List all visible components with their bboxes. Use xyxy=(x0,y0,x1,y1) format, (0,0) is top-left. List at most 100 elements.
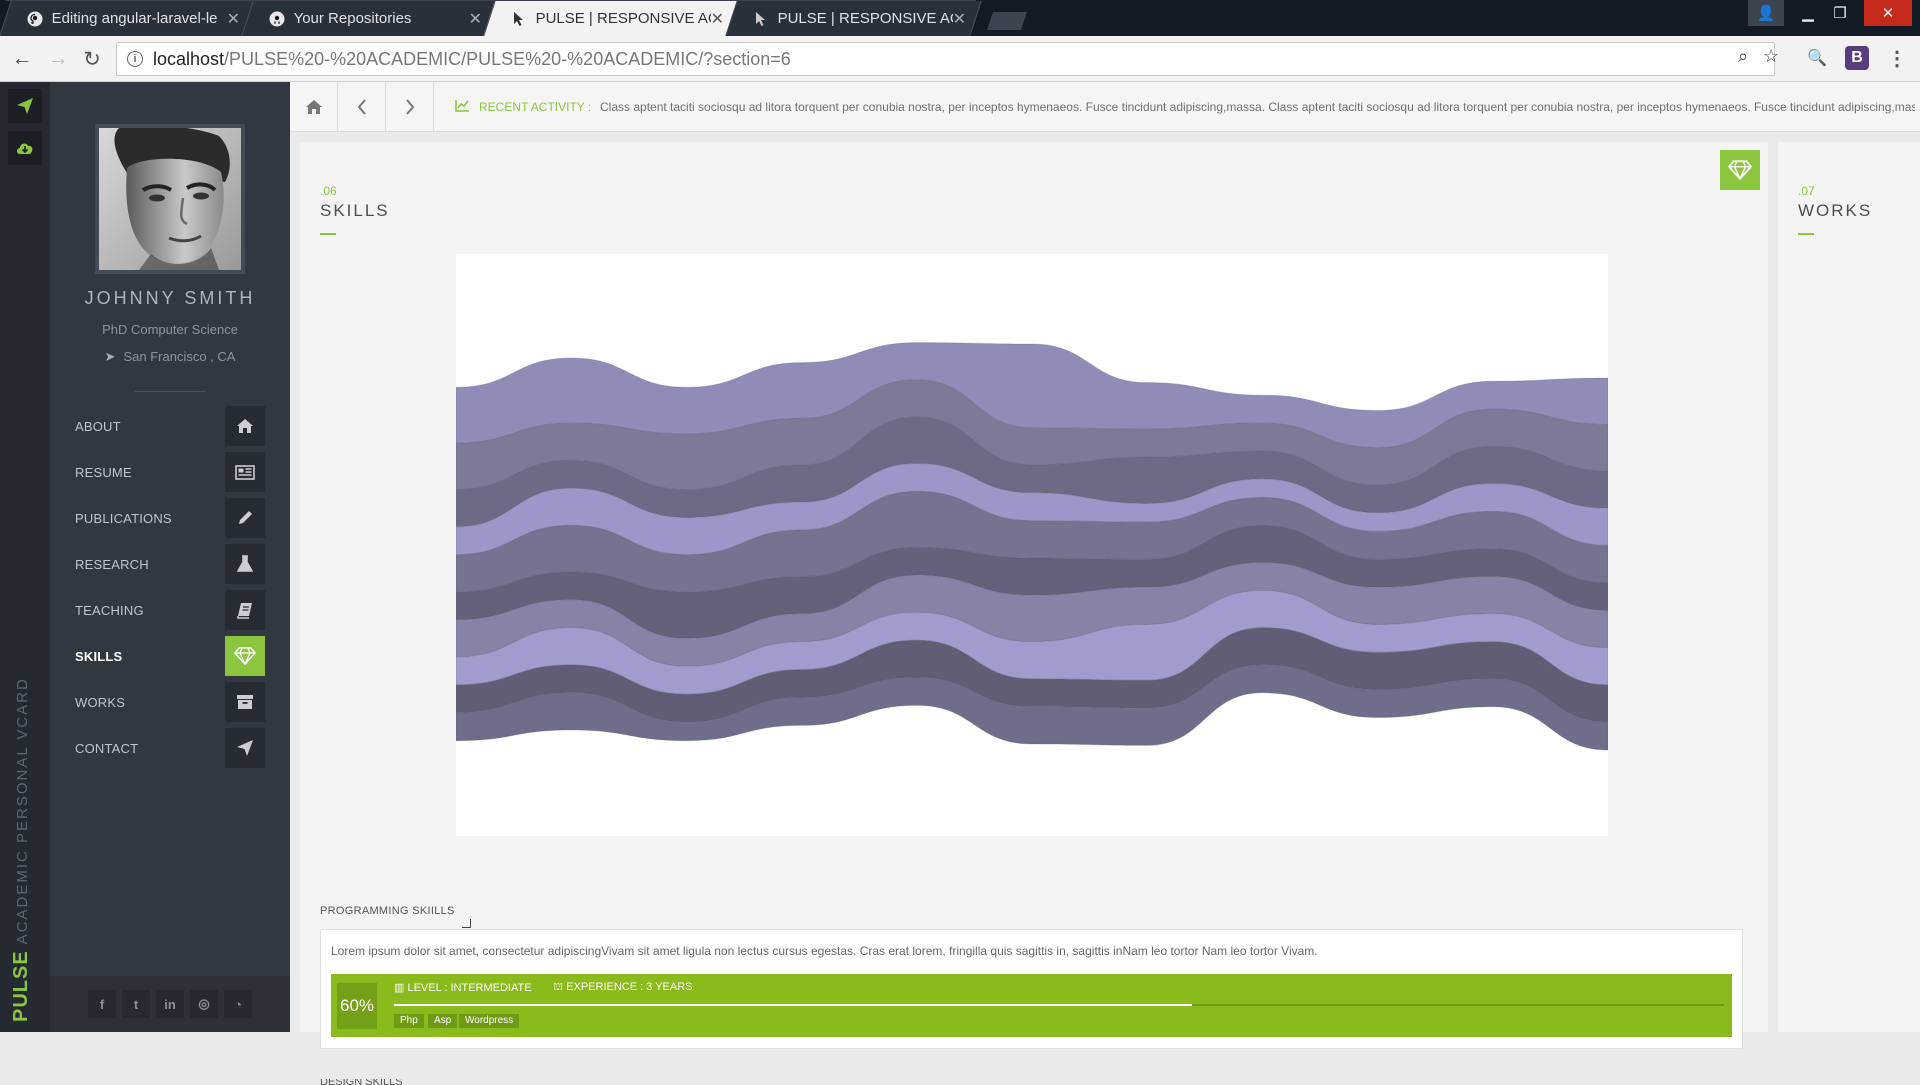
tab-title: Editing angular-laravel-le xyxy=(51,10,218,27)
github-icon xyxy=(269,10,286,28)
skill-percent: 60% xyxy=(337,983,377,1029)
section-underline xyxy=(320,233,336,235)
restore-icon[interactable]: ❐ xyxy=(1822,0,1858,26)
bookmark-star-icon[interactable]: ☆ xyxy=(1763,46,1779,67)
profile-degree: PhD Computer Science xyxy=(102,322,238,337)
icon-strip: PULSEACADEMIC PERSONAL VCARD xyxy=(0,82,50,1032)
tab-title: PULSE | RESPONSIVE ACA xyxy=(535,10,711,27)
close-icon[interactable]: ✕ xyxy=(711,9,724,29)
archive-icon xyxy=(225,682,265,722)
close-icon[interactable]: ✕ xyxy=(227,9,240,29)
nav-about[interactable]: ABOUT xyxy=(75,406,265,446)
chevron-left-icon[interactable] xyxy=(338,82,386,132)
sidebar: JOHNNY SMITH PhD Computer Science ➤ San F… xyxy=(50,82,290,1032)
url-field[interactable]: i localhost/PULSE%20-%20ACADEMIC/PULSE%2… xyxy=(116,42,1775,76)
browser-tab[interactable]: PULSE | RESPONSIVE ACA ✕ xyxy=(725,0,982,36)
url-path: /PULSE%20-%20ACADEMIC/PULSE%20-%20ACADEM… xyxy=(224,48,791,69)
browser-tab-active[interactable]: PULSE | RESPONSIVE ACA ✕ xyxy=(483,0,740,36)
vertical-brand: PULSEACADEMIC PERSONAL VCARD xyxy=(10,677,32,1022)
skill-tag: Wordpress xyxy=(459,1014,520,1028)
cloud-download-icon[interactable] xyxy=(8,131,42,165)
tab-title: PULSE | RESPONSIVE ACA xyxy=(777,10,953,27)
nav-resume[interactable]: RESUME xyxy=(75,452,265,492)
diamond-icon xyxy=(225,636,265,676)
location-arrow-icon: ➤ xyxy=(104,349,116,364)
minimize-icon[interactable]: ▁ xyxy=(1790,0,1826,26)
page: PULSEACADEMIC PERSONAL VCARD JOHNNY SMIT… xyxy=(0,82,1920,1085)
bar-chart-icon: ▥ xyxy=(394,982,405,994)
section-title: SKILLS xyxy=(320,201,390,220)
menu-icon[interactable]: ⋮ xyxy=(1885,46,1909,70)
skill-tag: Asp xyxy=(428,1014,458,1028)
tab-title: Your Repositories xyxy=(293,10,412,27)
recent-activity-label: RECENT ACTIVITY : xyxy=(479,100,592,114)
window-close-icon[interactable]: ✕ xyxy=(1864,0,1912,26)
line-chart-icon xyxy=(455,99,470,115)
nav-research[interactable]: RESEARCH xyxy=(75,544,265,584)
skills-streamgraph xyxy=(456,254,1608,836)
bootstrap-extension-icon[interactable]: B xyxy=(1845,46,1869,70)
github-icon xyxy=(27,10,44,28)
paper-plane-icon xyxy=(225,728,265,768)
paper-plane-icon[interactable] xyxy=(8,89,42,123)
back-icon[interactable]: ← xyxy=(8,45,36,73)
section-underline xyxy=(1798,233,1814,235)
zoom-icon[interactable]: ⌕ xyxy=(1738,46,1748,67)
diamond-icon xyxy=(1720,150,1760,190)
flask-icon xyxy=(225,544,265,584)
skill-experience: ⛫ EXPERIENCE : 3 YEARS xyxy=(553,981,693,993)
skills-section: .06 SKILLS PROGRAMMING SKIILLS Lorem ips… xyxy=(300,142,1768,1085)
nav-teaching[interactable]: TEACHING xyxy=(75,590,265,630)
browser-tabbar: Editing angular-laravel-le ✕ Your Reposi… xyxy=(0,0,1920,36)
streamgraph-svg xyxy=(456,342,1608,751)
home-icon[interactable] xyxy=(290,82,338,132)
url-host: localhost xyxy=(153,48,225,69)
skill-level: ▥ LEVEL : INTERMEDIATE xyxy=(394,982,532,994)
top-bar: RECENT ACTIVITY : Class aptent taciti so… xyxy=(290,82,1920,132)
twitter-icon[interactable]: t xyxy=(122,990,150,1018)
browser-tab[interactable]: Your Repositories ✕ xyxy=(241,0,498,36)
reload-icon[interactable]: ↻ xyxy=(78,45,106,73)
address-bar: ← → ↻ i localhost/PULSE%20-%20ACADEMIC/P… xyxy=(0,36,1920,82)
home-icon xyxy=(225,406,265,446)
section-number: .06 xyxy=(320,184,337,198)
programming-skills-description: Lorem ipsum dolor sit amet, consectetur … xyxy=(331,944,1318,958)
section-title: WORKS xyxy=(1798,201,1873,220)
skill-progress-bar: 60% ▥ LEVEL : INTERMEDIATE ⛫ EXPERIENCE … xyxy=(331,974,1732,1037)
skill-track-fill xyxy=(394,1004,1192,1006)
info-icon[interactable]: i xyxy=(127,51,143,67)
cursor-icon xyxy=(511,10,528,28)
road-icon: ⛫ xyxy=(553,981,564,993)
browser-tab[interactable]: Editing angular-laravel-le ✕ xyxy=(0,0,256,36)
avatar xyxy=(95,124,245,274)
nav-works[interactable]: WORKS xyxy=(75,682,265,722)
forward-icon[interactable]: → xyxy=(44,45,72,73)
close-icon[interactable]: ✕ xyxy=(469,9,482,29)
programming-skills-title: PROGRAMMING SKIILLS xyxy=(320,905,455,917)
new-tab-button[interactable] xyxy=(987,12,1027,30)
profile-divider xyxy=(135,391,205,392)
nav-contact[interactable]: CONTACT xyxy=(75,728,265,768)
profile-location: ➤ San Francisco , CA xyxy=(104,349,236,364)
profile-name: JOHNNY SMITH xyxy=(84,288,256,308)
facebook-icon[interactable]: f xyxy=(88,990,116,1018)
github-icon[interactable]: ◔ xyxy=(224,990,252,1018)
nav-skills[interactable]: SKILLS xyxy=(75,636,265,676)
social-links: f t in ◎ ◔ xyxy=(50,976,290,1032)
skill-tag: Php xyxy=(394,1014,424,1028)
nav-publications[interactable]: PUBLICATIONS xyxy=(75,498,265,538)
book-icon xyxy=(225,590,265,630)
linkedin-icon[interactable]: in xyxy=(156,990,184,1018)
newspaper-icon xyxy=(225,452,265,492)
dribbble-icon[interactable]: ◎ xyxy=(190,990,218,1018)
magnifier-extension-icon[interactable]: 🔍 xyxy=(1805,46,1829,70)
resize-cursor-icon xyxy=(462,919,471,928)
design-skills-title: DESIGN SKILLS xyxy=(320,1079,403,1085)
works-section: .07 WORKS xyxy=(1778,142,1920,1032)
programming-skills-card: Lorem ipsum dolor sit amet, consectetur … xyxy=(320,929,1743,1049)
close-icon[interactable]: ✕ xyxy=(953,9,966,29)
pencil-icon xyxy=(225,498,265,538)
profile-icon[interactable]: 👤 xyxy=(1748,0,1784,26)
section-number: .07 xyxy=(1798,184,1815,198)
chevron-right-icon[interactable] xyxy=(386,82,434,132)
